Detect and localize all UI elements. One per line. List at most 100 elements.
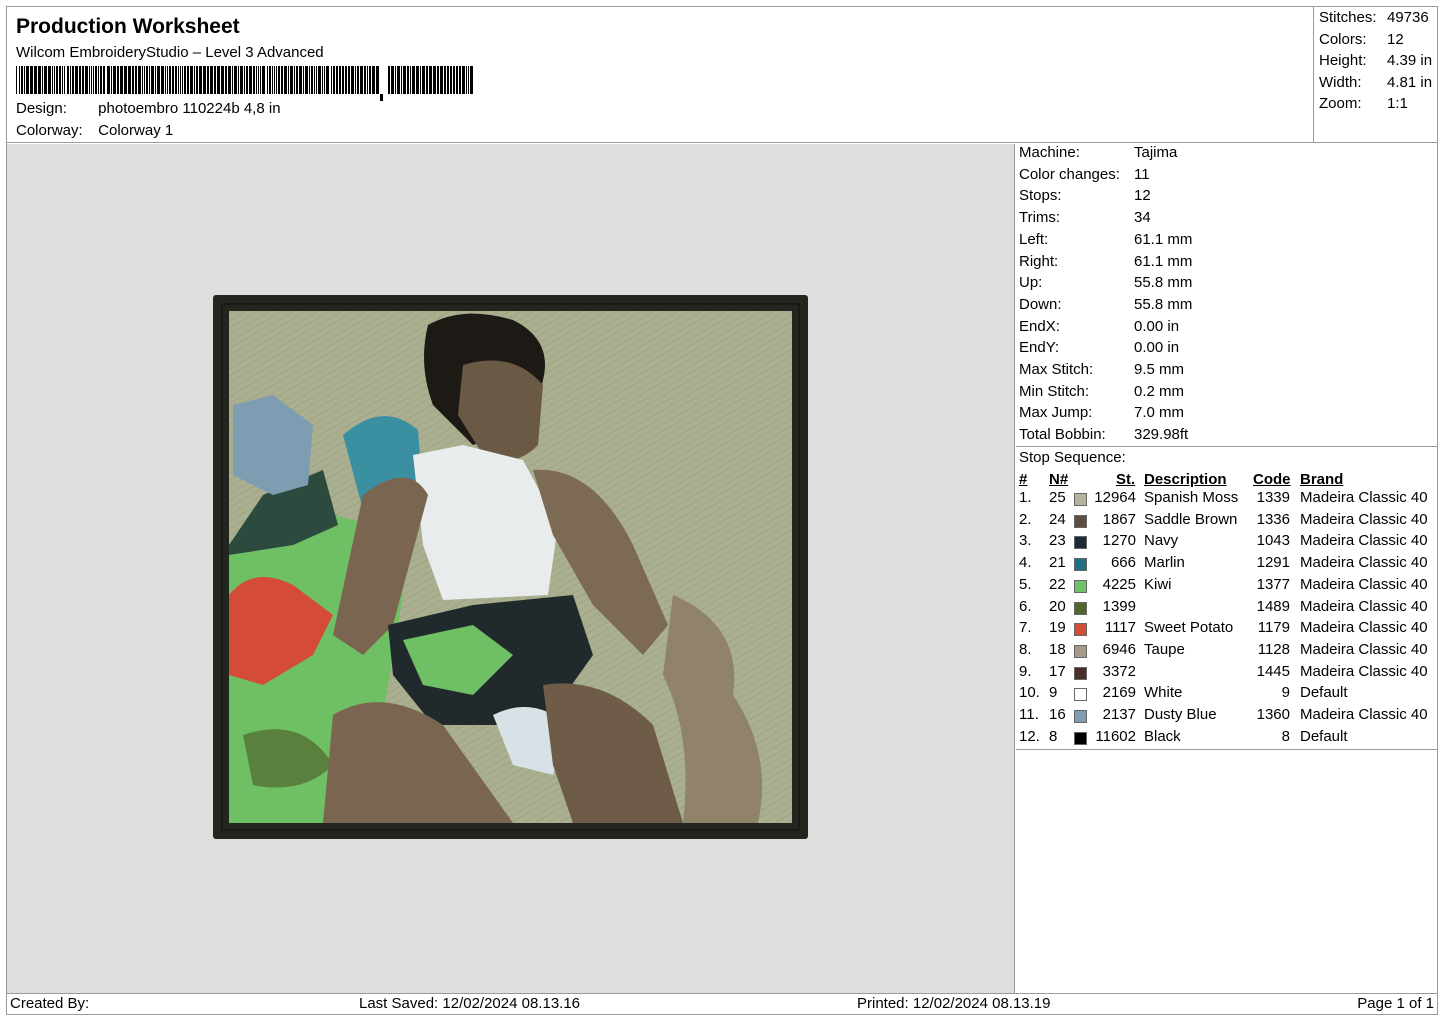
- divider: [1016, 749, 1438, 750]
- summary-colors: Colors: 12: [1319, 31, 1404, 48]
- row-code: 1043: [1256, 532, 1290, 550]
- created-by: Created By:: [10, 995, 90, 1012]
- row-stitches: 4225: [1102, 575, 1136, 593]
- software-name: Wilcom EmbroideryStudio – Level 3 Advanc…: [16, 44, 324, 61]
- row-description: Black: [1144, 727, 1181, 745]
- spec-value: 34: [1134, 209, 1151, 227]
- row-needle: 21: [1049, 554, 1066, 572]
- colorway-row: Colorway: Colorway 1: [16, 122, 173, 139]
- spec-value: 7.0 mm: [1134, 404, 1185, 422]
- row-description: Spanish Moss: [1144, 489, 1239, 506]
- spec-machine: Machine: Tajima: [1019, 144, 1177, 161]
- spec-label: Up:: [1019, 274, 1043, 292]
- spec-label: Max Stitch:: [1019, 361, 1094, 378]
- row-code: 1128: [1257, 640, 1290, 658]
- color-swatch: [1074, 514, 1087, 528]
- row-description: White: [1144, 684, 1183, 702]
- spec-min-stitch: Min Stitch: 0.2 mm: [1019, 383, 1184, 400]
- row-code: 9: [1281, 684, 1290, 702]
- spec-down: Down: 55.8 mm: [1019, 296, 1192, 313]
- design-preview: [7, 144, 1015, 993]
- spec-value: 61.1 mm: [1134, 230, 1193, 248]
- row-code: 1291: [1256, 554, 1290, 572]
- summary-stitches: Stitches: 49736: [1319, 9, 1429, 26]
- row-description: Sweet Potato: [1144, 619, 1234, 637]
- stop-sequence-row: 4. 21 666 Marlin 1291 Madeira Classic 40: [1016, 554, 1438, 576]
- summary-zoom: Zoom: 1:1: [1319, 95, 1408, 112]
- spec-value: 329.98ft: [1134, 426, 1189, 444]
- row-brand: Madeira Classic 40: [1300, 619, 1428, 637]
- row-stitches: 2137: [1102, 706, 1136, 723]
- row-needle: 23: [1049, 532, 1066, 550]
- summary-panel: Stitches: 49736 Colors: 12 Height: 4.39 in …: [1314, 6, 1438, 143]
- spec-endy: EndY: 0.00 in: [1019, 339, 1179, 356]
- row-brand: Madeira Classic 40: [1300, 554, 1428, 572]
- stop-sequence-row: 3. 23 1270 Navy 1043 Madeira Classic 40: [1016, 532, 1438, 554]
- row-code: 1360: [1256, 706, 1290, 723]
- row-index: 9.: [1019, 662, 1032, 680]
- stop-sequence-title: Stop Sequence:: [1019, 449, 1126, 466]
- design-row: Design: photoembro 110224b 4,8 in: [16, 100, 281, 117]
- page-title: Production Worksheet: [16, 15, 240, 38]
- col-header-brand: Brand: [1300, 471, 1344, 488]
- spec-label: Machine:: [1019, 144, 1080, 161]
- spec-value: 55.8 mm: [1134, 295, 1193, 313]
- embroidery-design-image: [213, 295, 808, 839]
- row-code: 1377: [1256, 575, 1290, 593]
- row-brand: Madeira Classic 40: [1300, 489, 1428, 506]
- spec-label: Total Bobbin:: [1019, 426, 1106, 444]
- row-stitches: 11602: [1095, 727, 1136, 745]
- row-brand: Madeira Classic 40: [1300, 640, 1428, 658]
- row-index: 5.: [1019, 575, 1032, 593]
- row-stitches: 666: [1110, 554, 1136, 572]
- spec-left: Left: 61.1 mm: [1019, 231, 1192, 248]
- color-swatch: [1074, 731, 1087, 745]
- spec-value: 12: [1134, 187, 1151, 205]
- row-description: Kiwi: [1144, 575, 1172, 593]
- row-needle: 9: [1049, 684, 1058, 702]
- row-code: 1489: [1256, 597, 1290, 615]
- printed-date: Printed: 12/02/2024 08.13.19: [857, 995, 1051, 1012]
- stop-sequence-row: 9. 17 3372 1445 Madeira Classic 40: [1016, 663, 1438, 685]
- stop-sequence-row: 1. 25 12964 Spanish Moss 1339 Madeira Classic…: [1016, 489, 1438, 511]
- colorway-value: Colorway 1: [98, 122, 174, 139]
- stop-sequence-row: 6. 20 1399 1489 Madeira Classic 40: [1016, 598, 1438, 620]
- row-needle: 24: [1049, 510, 1066, 528]
- col-header-code: Code: [1253, 471, 1291, 488]
- row-needle: 18: [1049, 640, 1066, 658]
- row-index: 11.: [1019, 706, 1039, 723]
- spec-value: 55.8 mm: [1134, 274, 1193, 292]
- row-index: 10.: [1019, 684, 1040, 702]
- spec-value: 61.1 mm: [1134, 252, 1193, 270]
- color-swatch: [1074, 666, 1087, 680]
- row-needle: 17: [1049, 662, 1066, 680]
- stop-sequence-row: 2. 24 1867 Saddle Brown 1336 Madeira Classic …: [1016, 511, 1438, 533]
- color-swatch: [1074, 558, 1087, 572]
- row-description: Dusty Blue: [1144, 706, 1217, 723]
- row-brand: Madeira Classic 40: [1300, 662, 1428, 680]
- spec-label: Max Jump:: [1019, 404, 1093, 422]
- spec-color-changes: Color changes: 11: [1019, 166, 1150, 183]
- row-index: 6.: [1019, 597, 1032, 615]
- summary-label: Width:: [1319, 74, 1362, 91]
- row-needle: 19: [1049, 619, 1066, 637]
- color-swatch: [1074, 579, 1087, 593]
- spec-label: Trims:: [1019, 209, 1061, 227]
- row-brand: Madeira Classic 40: [1300, 510, 1428, 528]
- row-stitches: 1117: [1104, 619, 1136, 637]
- row-needle: 22: [1049, 575, 1066, 593]
- worksheet-header: Production Worksheet Wilcom EmbroiderySt…: [6, 6, 1314, 143]
- row-description: Navy: [1144, 532, 1179, 550]
- color-swatch: [1074, 644, 1087, 658]
- row-brand: Madeira Classic 40: [1300, 597, 1428, 615]
- summary-label: Stitches:: [1319, 9, 1377, 26]
- row-description: Taupe: [1144, 640, 1185, 658]
- col-header-needle: N#: [1049, 471, 1069, 488]
- row-needle: 20: [1049, 597, 1066, 615]
- summary-value: 4.81 in: [1387, 74, 1433, 91]
- row-stitches: 3372: [1102, 662, 1136, 680]
- barcode: [16, 66, 473, 101]
- spec-label: Color changes:: [1019, 165, 1120, 183]
- row-needle: 8: [1049, 727, 1058, 745]
- design-label: Design:: [16, 100, 67, 117]
